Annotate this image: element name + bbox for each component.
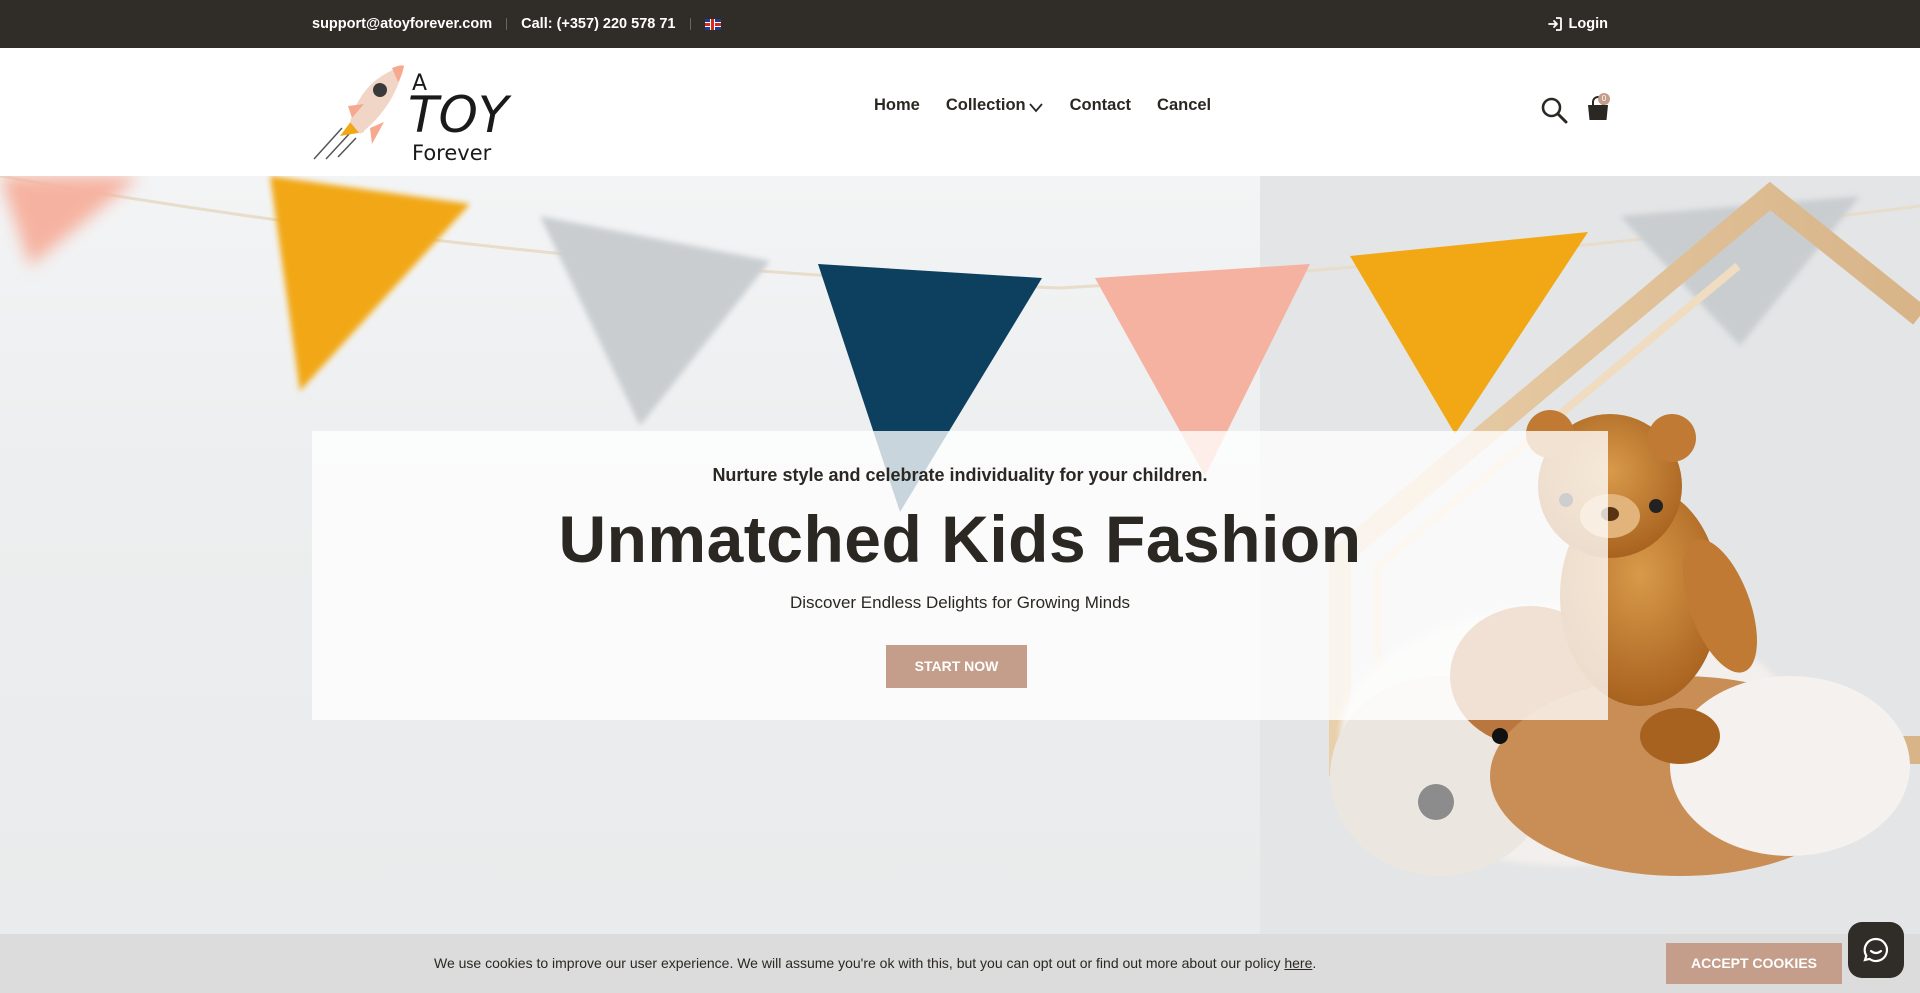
nav-home[interactable]: Home bbox=[874, 96, 920, 115]
site-header: A TOY Forever Home Collection Contact Ca… bbox=[0, 48, 1920, 176]
chevron-down-icon bbox=[1028, 103, 1043, 113]
hero-banner: Nurture style and celebrate individualit… bbox=[0, 176, 1920, 934]
nav-contact[interactable]: Contact bbox=[1070, 96, 1131, 115]
phone-link[interactable]: Call: (+357) 220 578 71 bbox=[521, 16, 675, 32]
hero-card: Nurture style and celebrate individualit… bbox=[312, 431, 1608, 720]
main-nav: Home Collection Contact Cancel bbox=[874, 96, 1211, 115]
search-icon[interactable] bbox=[1540, 96, 1568, 124]
hero-description: Discover Endless Delights for Growing Mi… bbox=[789, 593, 1131, 612]
hero-subtitle: Nurture style and celebrate individualit… bbox=[712, 465, 1208, 485]
divider bbox=[506, 18, 508, 30]
cookie-policy-link[interactable]: here bbox=[1284, 955, 1312, 971]
support-email-link[interactable]: support@atoyforever.com bbox=[312, 16, 492, 32]
top-bar-content: support@atoyforever.com Call: (+357) 220… bbox=[312, 0, 1608, 48]
login-icon bbox=[1547, 17, 1562, 31]
divider bbox=[689, 18, 691, 30]
logo-text-toy: TOY bbox=[408, 86, 512, 144]
chat-widget-button[interactable] bbox=[1848, 922, 1904, 978]
chat-bubble-icon bbox=[1863, 937, 1889, 963]
top-bar: support@atoyforever.com Call: (+357) 220… bbox=[0, 0, 1920, 48]
nav-collection[interactable]: Collection bbox=[946, 96, 1044, 115]
accept-cookies-button[interactable]: ACCEPT COOKIES bbox=[1666, 943, 1842, 984]
uk-flag-icon[interactable] bbox=[704, 18, 721, 30]
nav-collection-label: Collection bbox=[945, 96, 1026, 114]
cookie-text: We use cookies to improve our user exper… bbox=[434, 955, 1285, 971]
rocket-icon bbox=[313, 65, 404, 160]
nav-cancel[interactable]: Cancel bbox=[1157, 96, 1211, 115]
login-label: Login bbox=[1568, 16, 1608, 32]
logo-text-forever: Forever bbox=[412, 141, 492, 164]
start-now-button[interactable]: START NOW bbox=[886, 645, 1027, 688]
login-button[interactable]: Login bbox=[1547, 16, 1608, 32]
cookie-banner: We use cookies to improve our user exper… bbox=[0, 934, 1920, 993]
cookie-message: We use cookies to improve our user exper… bbox=[434, 955, 1316, 971]
hero-title: Unmatched Kids Fashion bbox=[558, 502, 1362, 576]
cart-count-badge: 0 bbox=[1598, 93, 1610, 105]
site-logo[interactable]: A TOY Forever bbox=[312, 60, 512, 164]
cookie-text-suffix: . bbox=[1312, 955, 1317, 971]
